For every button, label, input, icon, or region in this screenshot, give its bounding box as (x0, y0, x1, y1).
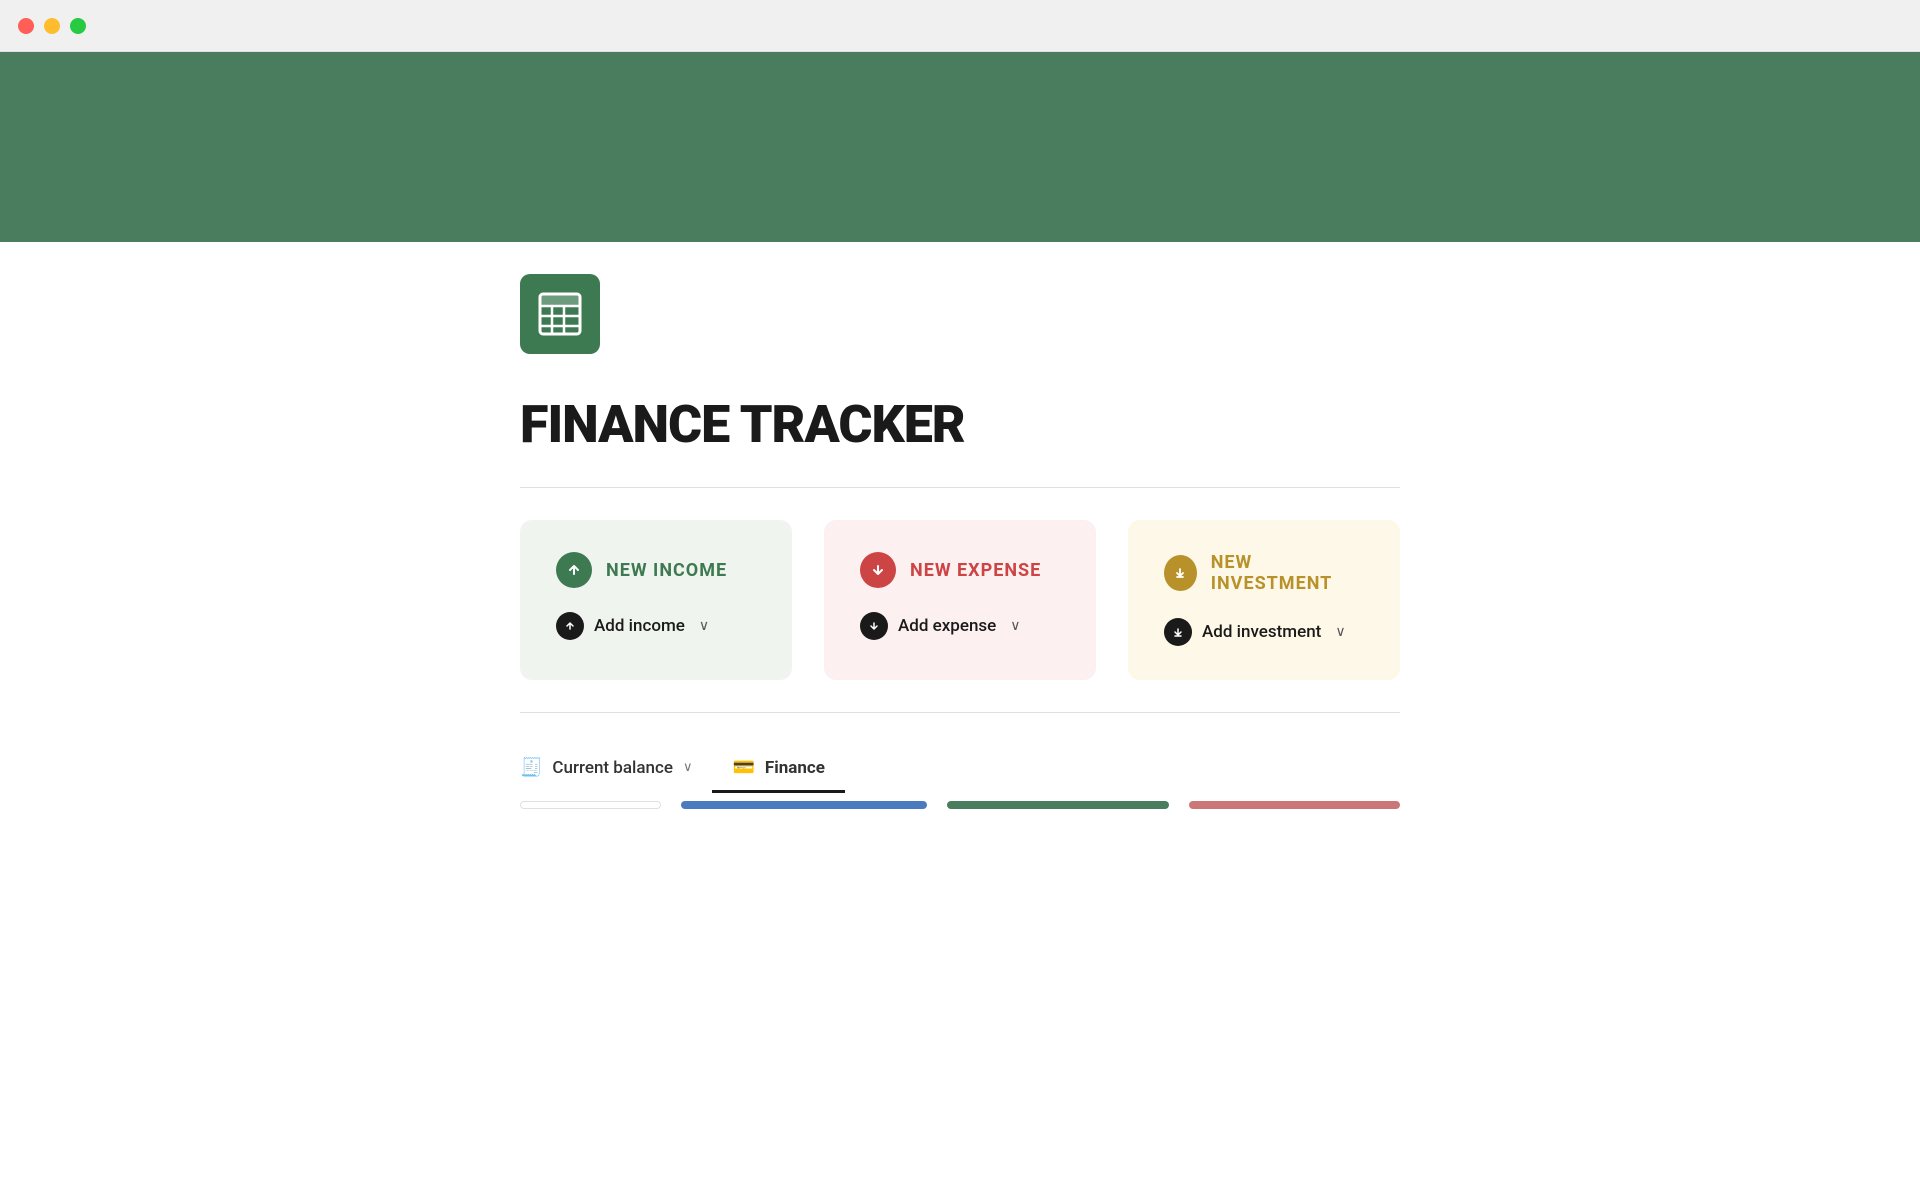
tab-current-balance[interactable]: 🧾 Current balance ∨ (520, 745, 712, 793)
maximize-button[interactable] (70, 18, 86, 34)
add-income-label: Add income (594, 616, 685, 636)
expense-card-icon (860, 552, 896, 588)
add-expense-icon (860, 612, 888, 640)
expense-card: NEW EXPENSE Add expense ∨ (824, 520, 1096, 680)
balance-tab-icon: 🧾 (520, 757, 542, 778)
expense-card-header: NEW EXPENSE (860, 552, 1060, 588)
add-income-arrow-icon (562, 618, 578, 634)
tab-finance-label: Finance (765, 758, 825, 778)
income-card-title: NEW INCOME (606, 560, 727, 581)
icon-area (520, 242, 1400, 378)
add-expense-label: Add expense (898, 616, 996, 636)
bar-green (947, 801, 1169, 809)
expense-arrow-icon (868, 560, 888, 580)
add-investment-arrow-icon (1170, 624, 1186, 640)
investment-card-title: NEW INVESTMENT (1211, 552, 1364, 594)
add-investment-label: Add investment (1202, 622, 1321, 642)
finance-tab-icon: 💳 (732, 757, 754, 778)
app-icon (520, 274, 600, 354)
income-arrow-icon (564, 560, 584, 580)
tab-current-balance-label: Current balance (552, 758, 673, 778)
bar-blue (681, 801, 927, 809)
expense-card-title: NEW EXPENSE (910, 560, 1041, 581)
cards-row: NEW INCOME Add income ∨ (520, 520, 1400, 680)
close-button[interactable] (18, 18, 34, 34)
balance-tab-chevron-icon: ∨ (683, 760, 693, 775)
header-banner (0, 52, 1920, 242)
minimize-button[interactable] (44, 18, 60, 34)
add-expense-button[interactable]: Add expense ∨ (860, 612, 1060, 640)
income-chevron-icon: ∨ (699, 618, 709, 634)
bottom-bars (520, 801, 1400, 809)
income-card-header: NEW INCOME (556, 552, 756, 588)
add-income-icon (556, 612, 584, 640)
investment-card: NEW INVESTMENT Add investment ∨ (1128, 520, 1400, 680)
spreadsheet-svg (534, 288, 586, 340)
investment-chevron-icon: ∨ (1335, 624, 1345, 640)
income-card-icon (556, 552, 592, 588)
top-divider (520, 487, 1400, 488)
add-investment-button[interactable]: Add investment ∨ (1164, 618, 1364, 646)
add-expense-arrow-icon (866, 618, 882, 634)
investment-download-icon (1170, 563, 1190, 583)
expense-chevron-icon: ∨ (1010, 618, 1020, 634)
bar-white (520, 801, 661, 809)
bar-red (1189, 801, 1400, 809)
add-investment-icon (1164, 618, 1192, 646)
investment-card-header: NEW INVESTMENT (1164, 552, 1364, 594)
tab-finance[interactable]: 💳 Finance (712, 745, 844, 793)
tabs-row: 🧾 Current balance ∨ 💳 Finance (520, 745, 1400, 793)
investment-card-icon (1164, 555, 1197, 591)
add-income-button[interactable]: Add income ∨ (556, 612, 756, 640)
main-content: FINANCE TRACKER NEW INCOME (360, 242, 1560, 809)
title-bar (0, 0, 1920, 52)
bottom-divider (520, 712, 1400, 713)
income-card: NEW INCOME Add income ∨ (520, 520, 792, 680)
page-title: FINANCE TRACKER (520, 378, 1400, 455)
